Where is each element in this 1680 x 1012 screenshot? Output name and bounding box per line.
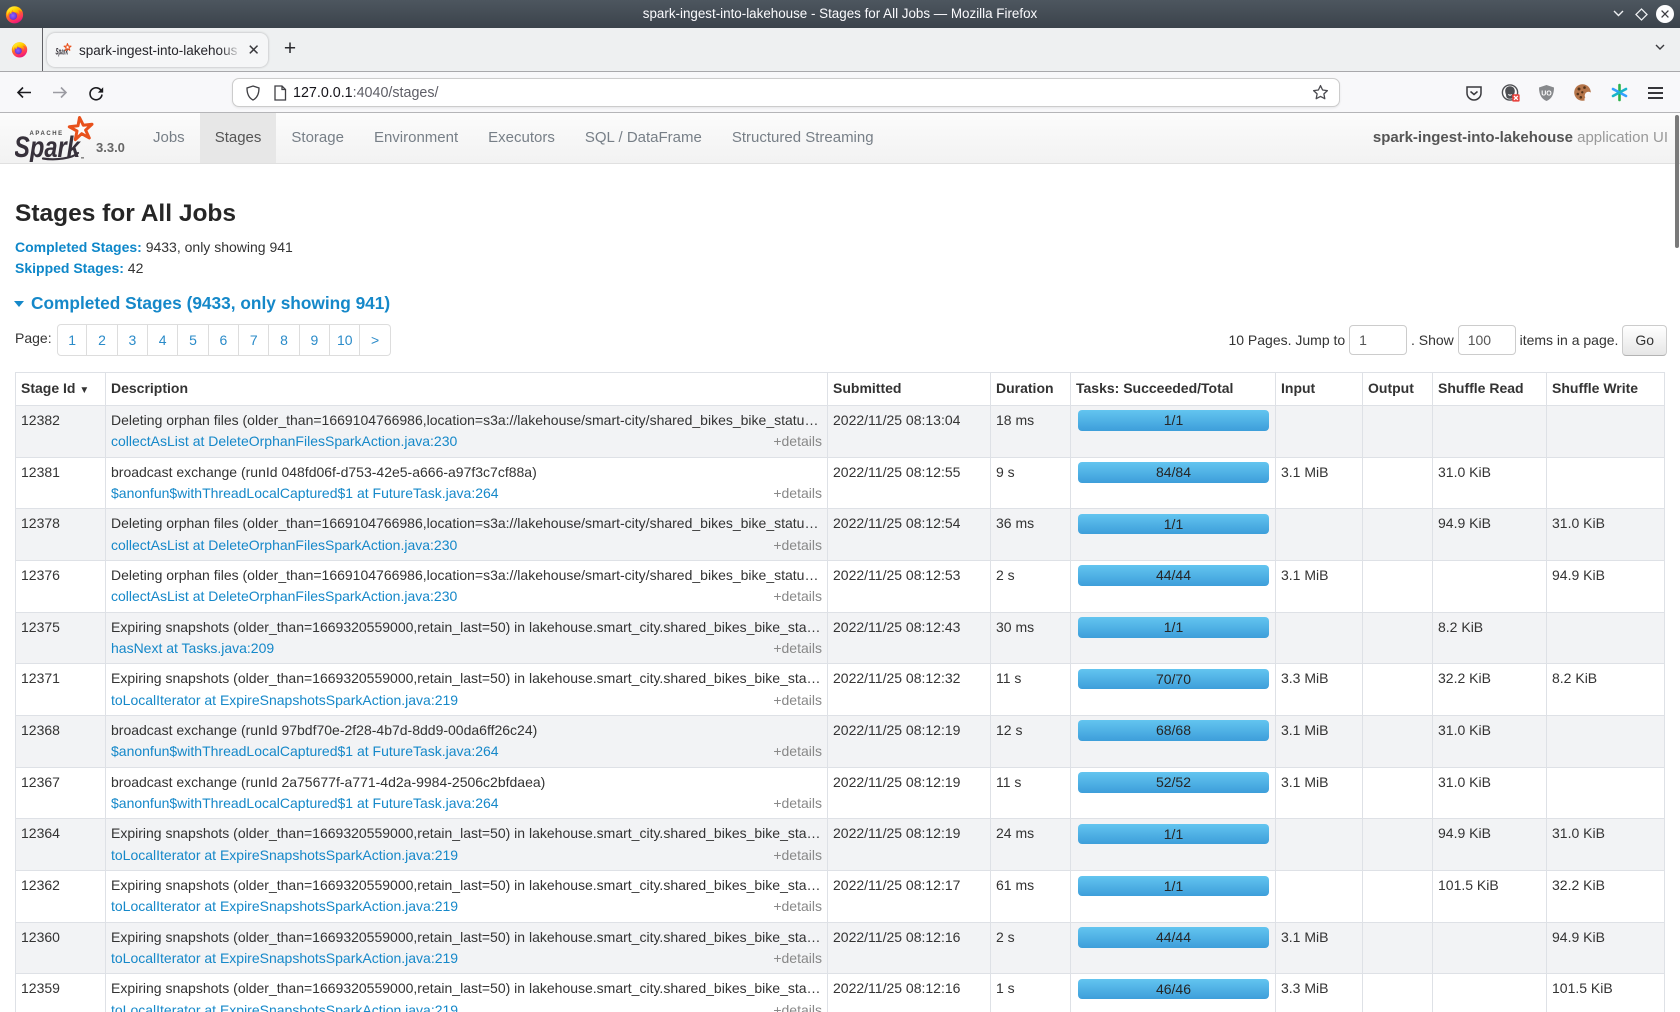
svg-text:UO: UO (1541, 90, 1552, 97)
